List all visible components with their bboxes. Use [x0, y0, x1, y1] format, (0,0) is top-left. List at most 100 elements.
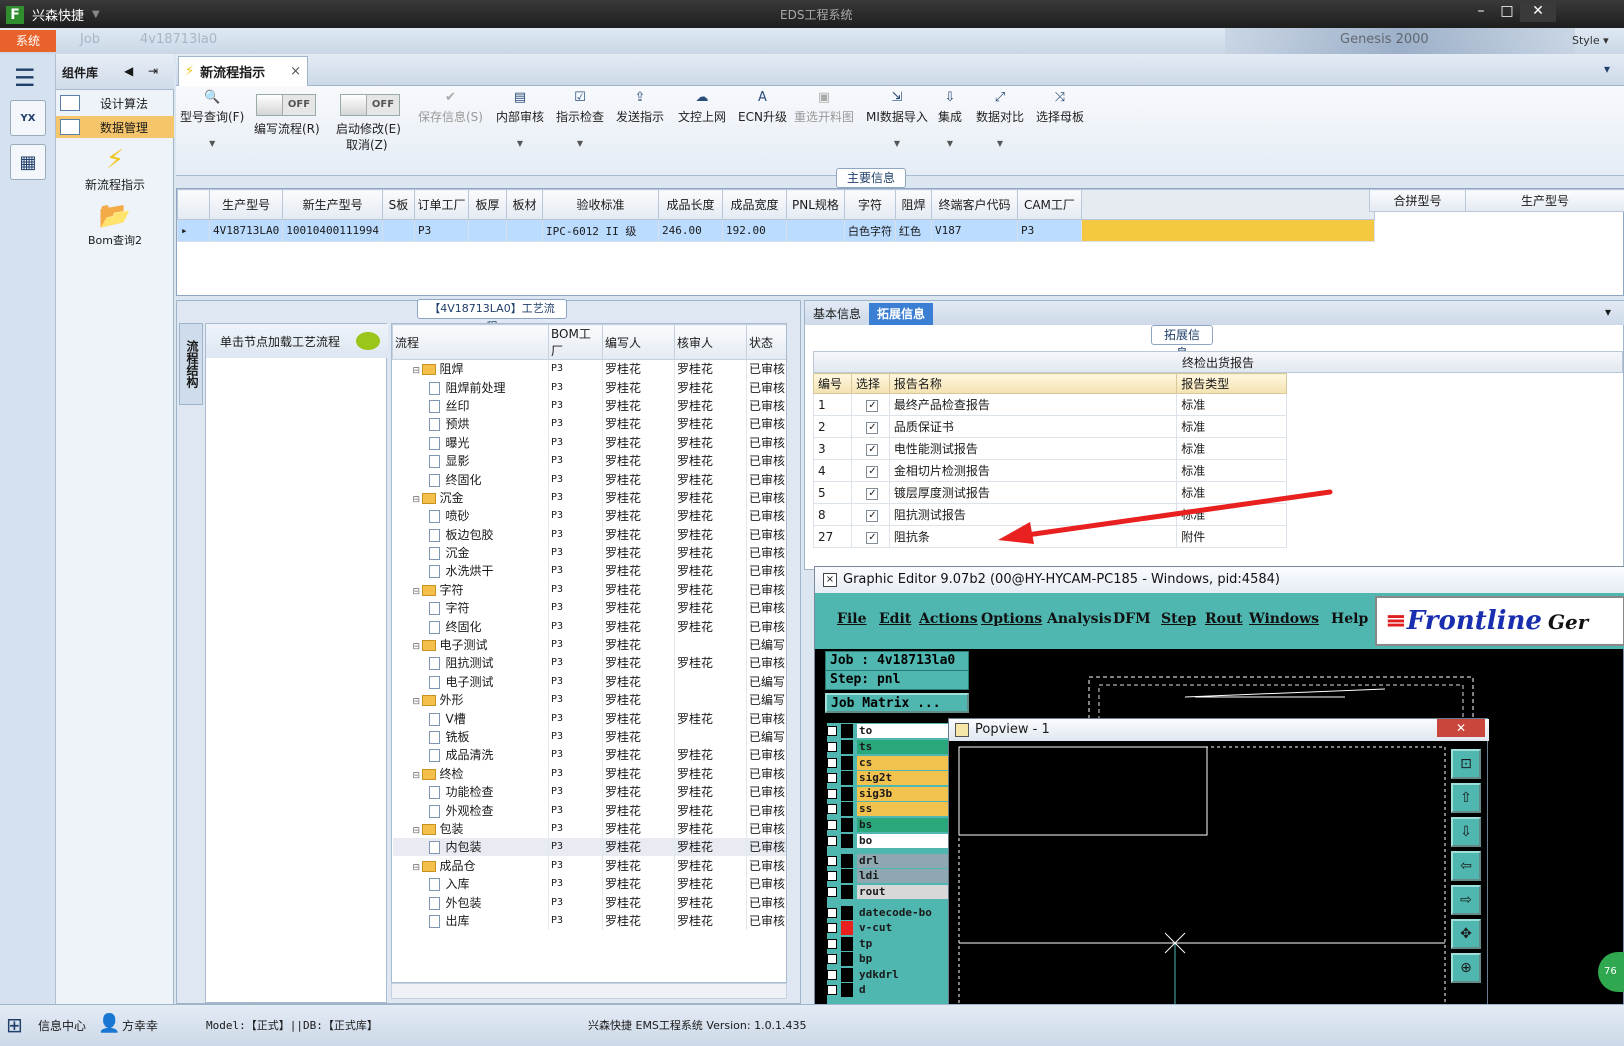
cancel-button[interactable]: 取消(Z)	[346, 136, 388, 153]
layer-checkbox[interactable]	[827, 725, 837, 736]
menu-dfm[interactable]: DFM	[1113, 611, 1151, 627]
col-header[interactable]: 生产型号	[208, 189, 284, 220]
col-header[interactable]: 板材	[505, 189, 543, 220]
table-row[interactable]: 4 ✓ 金相切片检测报告 标准	[813, 459, 1287, 482]
layer-row[interactable]: d	[827, 982, 955, 997]
layer-checkbox[interactable]	[827, 788, 837, 799]
col-header[interactable]: 订单工厂	[413, 189, 469, 220]
zoom-in-icon[interactable]: ✥	[1451, 919, 1481, 949]
report-checkbox[interactable]: ✓	[866, 510, 879, 522]
flow-node[interactable]: ⊟ 外形	[392, 690, 549, 709]
table-row[interactable]: 阻抗测试 P3 罗桂花 罗桂花 已审核	[392, 653, 786, 673]
table-row[interactable]: ⊟ 字符 P3 罗桂花 罗桂花 已审核	[392, 580, 786, 599]
layer-row[interactable]: sig3b	[827, 786, 955, 801]
hamburger-menu-icon[interactable]: ☰	[14, 64, 36, 92]
table-row[interactable]: 显影 P3 罗桂花 罗桂花 已审核	[392, 451, 786, 470]
layer-row[interactable]: bs	[827, 817, 955, 832]
layer-row[interactable]: ts	[827, 739, 955, 754]
table-row[interactable]: ⊟ 外形 P3 罗桂花 已编写	[392, 690, 786, 709]
menu-windows[interactable]: Windows	[1249, 611, 1319, 627]
menu-options[interactable]: Options	[981, 611, 1042, 627]
menu-rout[interactable]: Rout	[1205, 611, 1243, 627]
flow-node[interactable]: V槽	[392, 708, 549, 728]
table-cell[interactable]: IPC-6012 II 级	[541, 219, 659, 242]
table-row[interactable]: 3 ✓ 电性能测试报告 标准	[813, 437, 1287, 460]
flow-node[interactable]: 预烘	[392, 414, 549, 434]
send-instruction-button[interactable]: ⇪ 发送指示	[616, 90, 664, 125]
maximize-button[interactable]: □	[1494, 2, 1520, 22]
layer-row[interactable]: sig2t	[827, 770, 955, 785]
table-row[interactable]: 终固化 P3 罗桂花 罗桂花 已审核	[392, 616, 786, 636]
col-header[interactable]: 选择	[850, 373, 890, 394]
table-cell[interactable]: 192.00	[721, 219, 787, 242]
report-select-cell[interactable]: ✓	[850, 481, 890, 504]
table-row[interactable]: 出库 P3 罗桂花 罗桂花 已审核	[392, 911, 786, 930]
check-instruction-button[interactable]: ☑ 指示检查 ▼	[556, 90, 604, 148]
col-header[interactable]: S板	[381, 189, 415, 220]
col-header[interactable]: 板厚	[467, 189, 507, 220]
col-header[interactable]: 阻焊	[894, 189, 932, 220]
horizontal-scrollbar[interactable]	[391, 983, 787, 999]
col-header[interactable]: 编号	[813, 373, 852, 394]
report-checkbox[interactable]: ✓	[866, 444, 879, 456]
collapse-icon[interactable]: ⊟	[413, 642, 422, 652]
minimize-button[interactable]: –	[1468, 2, 1494, 22]
table-row[interactable]: 1 ✓ 最终产品检查报告 标准	[813, 393, 1287, 416]
layer-checkbox[interactable]	[827, 741, 837, 752]
flow-node[interactable]: 阻抗测试	[392, 653, 549, 673]
compare-data-button[interactable]: ⤢ 数据对比 ▼	[976, 90, 1024, 148]
table-cell[interactable]: P3	[413, 219, 469, 242]
table-row[interactable]: 27 ✓ 阻抗条 附件	[813, 525, 1287, 548]
pan-left-icon[interactable]: ⇦	[1451, 851, 1481, 881]
menu-edit[interactable]: Edit	[879, 611, 911, 627]
flow-node[interactable]: ⊟ 包装	[392, 819, 549, 838]
table-row[interactable]: 5 ✓ 镀层厚度测试报告 标准	[813, 481, 1287, 504]
table-row[interactable]: ▸ 4V18713LA0 10010400111994 P3 IPC-6012 …	[177, 219, 1375, 242]
report-select-cell[interactable]: ✓	[850, 437, 890, 460]
collapse-icon[interactable]: ⊟	[413, 587, 422, 597]
zoom-out-icon[interactable]: ⊕	[1451, 953, 1481, 983]
close-window-button[interactable]: ✕	[1520, 2, 1556, 22]
col-header[interactable]: 报告类型	[1176, 373, 1287, 394]
table-row[interactable]: 入库 P3 罗桂花 罗桂花 已审核	[392, 874, 786, 893]
flow-node[interactable]: ⊟ 字符	[392, 580, 549, 599]
layer-checkbox[interactable]	[827, 819, 837, 830]
table-row[interactable]: ⊟ 成品仓 P3 罗桂花 罗桂花 已审核	[392, 856, 786, 875]
layer-row[interactable]: cs	[827, 755, 955, 770]
table-cell[interactable]	[381, 219, 415, 242]
layer-row[interactable]: ss	[827, 801, 955, 816]
report-checkbox[interactable]: ✓	[866, 422, 879, 434]
table-row[interactable]: 外包装 P3 罗桂花 罗桂花 已审核	[392, 892, 786, 912]
flow-node[interactable]: ⊟ 终检	[392, 764, 549, 783]
flow-node[interactable]: 曝光	[392, 433, 549, 452]
col-header[interactable]: 终端客户代码	[930, 189, 1018, 220]
report-checkbox[interactable]: ✓	[866, 532, 879, 544]
menu-analysis[interactable]: Analysis	[1047, 611, 1112, 627]
collapse-icon[interactable]: ⊟	[413, 863, 422, 873]
tab-new-flow[interactable]: ⚡ 新流程指示 ×	[178, 56, 308, 86]
table-cell[interactable]	[467, 219, 507, 242]
col-header[interactable]: 新生产型号	[282, 189, 383, 220]
flow-node[interactable]: 电子测试	[392, 672, 549, 691]
table-row[interactable]: 8 ✓ 阻抗测试报告 标准	[813, 503, 1287, 526]
flow-node[interactable]: 沉金	[392, 543, 549, 562]
system-menu-button[interactable]: 系统	[0, 30, 56, 52]
table-cell[interactable]	[505, 219, 543, 242]
layer-row[interactable]: bo	[827, 833, 955, 848]
calculator-icon[interactable]: ▦	[10, 144, 46, 180]
table-row[interactable]: 水洗烘干 P3 罗桂花 罗桂花 已审核	[392, 561, 786, 581]
layer-row[interactable]: datecode-bo	[827, 905, 955, 920]
col-header[interactable]: 生产型号	[1465, 189, 1624, 212]
flow-node[interactable]: ⊟ 沉金	[392, 488, 549, 507]
flow-node[interactable]: 入库	[392, 874, 549, 893]
windows-icon[interactable]: ⊞	[6, 1013, 23, 1037]
col-header[interactable]: BOM工厂	[548, 324, 603, 360]
report-select-cell[interactable]: ✓	[850, 525, 890, 548]
collapse-icon[interactable]: ⊟	[413, 495, 422, 505]
layer-checkbox[interactable]	[827, 835, 837, 846]
col-header[interactable]: 验收标准	[541, 189, 659, 220]
row-selector-icon[interactable]: ▸	[177, 219, 210, 242]
pin-icon[interactable]: ⇥	[148, 64, 158, 78]
flow-node[interactable]: 终固化	[392, 469, 549, 489]
report-select-cell[interactable]: ✓	[850, 459, 890, 482]
